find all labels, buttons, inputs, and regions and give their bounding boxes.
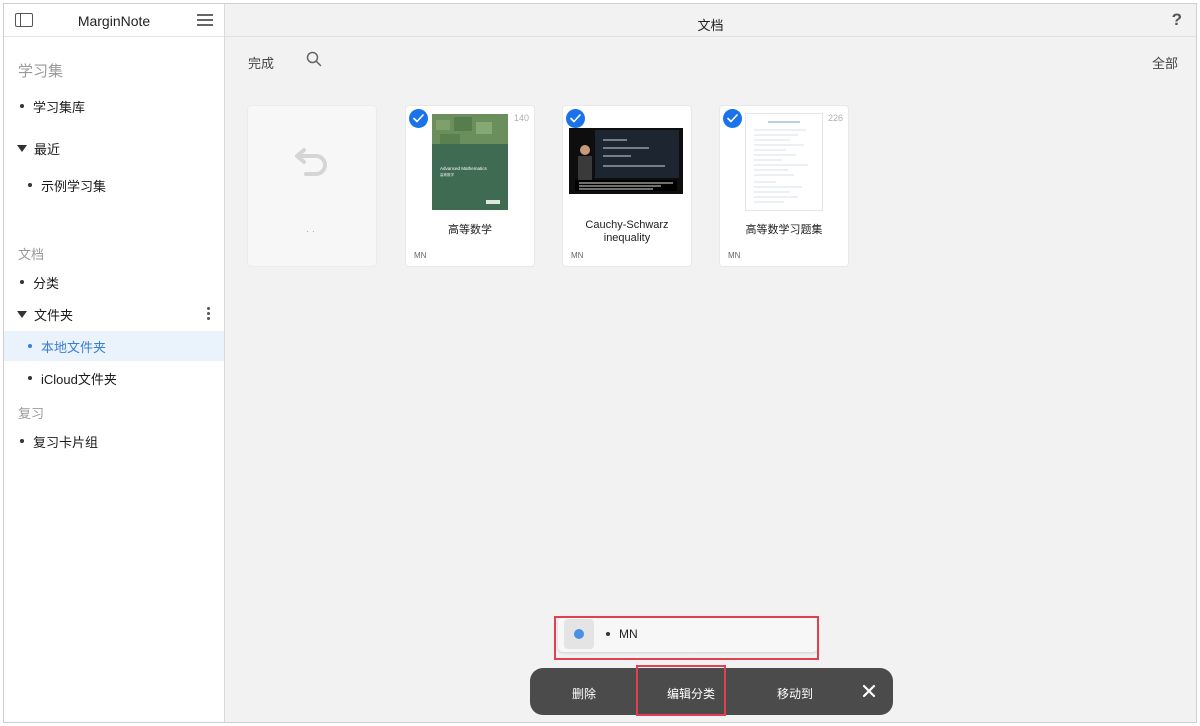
bullet-icon [28, 183, 32, 187]
sidebar-item-label: 最近 [34, 141, 61, 157]
disclosure-triangle-icon[interactable] [17, 310, 27, 318]
sidebar-item-recent[interactable]: 最近 [4, 133, 224, 163]
highlight-box [554, 616, 819, 660]
sidebar-item-label: iCloud文件夹 [41, 371, 117, 387]
done-button[interactable]: 完成 [248, 53, 274, 72]
sidebar-item-review-decks[interactable]: 复习卡片组 [4, 426, 224, 456]
close-icon[interactable] [861, 683, 877, 699]
sidebar-item-study-library[interactable]: 学习集库 [4, 91, 224, 121]
more-options-icon[interactable] [207, 307, 210, 321]
main-header: 文档 ? [225, 4, 1196, 37]
highlight-box [636, 665, 726, 716]
document-name: 高等数学习题集 [745, 224, 823, 236]
sidebar-item-sample-study[interactable]: 示例学习集 [4, 170, 224, 200]
filter-all-button[interactable]: 全部 [1152, 53, 1178, 72]
sidebar-item-icloud-folder[interactable]: iCloud文件夹 [4, 363, 224, 393]
disclosure-triangle-icon[interactable] [17, 144, 27, 152]
section-study: 学习集 [18, 63, 64, 80]
page-count: 226 [827, 113, 843, 123]
back-arrow-icon [295, 148, 327, 176]
bullet-icon [28, 376, 32, 380]
document-card[interactable]: Advanced Mathematics 高等数学 140 高等数学 MN [406, 106, 534, 266]
video-thumbnail [569, 128, 683, 194]
document-tag: MN [728, 251, 741, 260]
sidebar-item-folders[interactable]: 文件夹 [4, 299, 224, 329]
document-card[interactable]: 226 高等数学习题集 MN [720, 106, 848, 266]
app-window: MarginNote 学习集 学习集库 最近 示例学习集 文档 分类 文件夹 本… [3, 3, 1197, 723]
selected-checkmark-icon[interactable] [723, 109, 742, 128]
document-tag: MN [414, 251, 427, 260]
main-panel: 文档 ? 完成 全部 .. Advanced Mathematics 高等数学 … [225, 4, 1196, 722]
sidebar-item-local-folder[interactable]: 本地文件夹 [4, 331, 224, 361]
book-cover-thumbnail: Advanced Mathematics 高等数学 [432, 114, 508, 210]
sidebar-item-label: 复习卡片组 [33, 434, 99, 450]
page-count: 140 [513, 113, 529, 123]
sidebar-header: MarginNote [4, 4, 224, 37]
sidebar: MarginNote 学习集 学习集库 最近 示例学习集 文档 分类 文件夹 本… [4, 4, 225, 722]
selected-checkmark-icon[interactable] [566, 109, 585, 128]
delete-button[interactable]: 删除 [572, 685, 596, 702]
bullet-icon [20, 280, 24, 284]
bullet-icon [20, 104, 24, 108]
hamburger-menu-icon[interactable] [197, 14, 213, 26]
parent-folder-card[interactable]: .. [248, 106, 376, 266]
sidebar-item-category[interactable]: 分类 [4, 267, 224, 297]
sidebar-item-label: 示例学习集 [41, 178, 107, 194]
app-title: MarginNote [77, 13, 151, 29]
document-page-thumbnail [746, 114, 822, 210]
bullet-icon [20, 439, 24, 443]
sidebar-item-label: 分类 [33, 275, 60, 291]
document-name: 高等数学 [448, 224, 492, 236]
sidebar-item-label: 学习集库 [33, 99, 86, 115]
bullet-icon [28, 344, 32, 348]
document-tag: MN [571, 251, 584, 260]
book-cover-subtitle: 高等数学 [440, 172, 454, 177]
document-name: Cauchy-Schwarz inequality [585, 219, 669, 244]
section-review: 复习 [18, 406, 45, 421]
move-to-button[interactable]: 移动到 [777, 685, 813, 702]
sidebar-item-label: 文件夹 [34, 307, 74, 323]
search-icon[interactable] [306, 51, 322, 67]
page-title: 文档 [697, 18, 724, 33]
selected-checkmark-icon[interactable] [409, 109, 428, 128]
help-icon[interactable]: ? [1172, 10, 1182, 30]
sidebar-item-label: 本地文件夹 [41, 339, 107, 355]
book-cover-title: Advanced Mathematics [440, 166, 488, 171]
parent-folder-label: .. [306, 224, 318, 235]
document-card[interactable]: Cauchy-Schwarz inequality MN [563, 106, 691, 266]
section-docs: 文档 [18, 247, 45, 262]
